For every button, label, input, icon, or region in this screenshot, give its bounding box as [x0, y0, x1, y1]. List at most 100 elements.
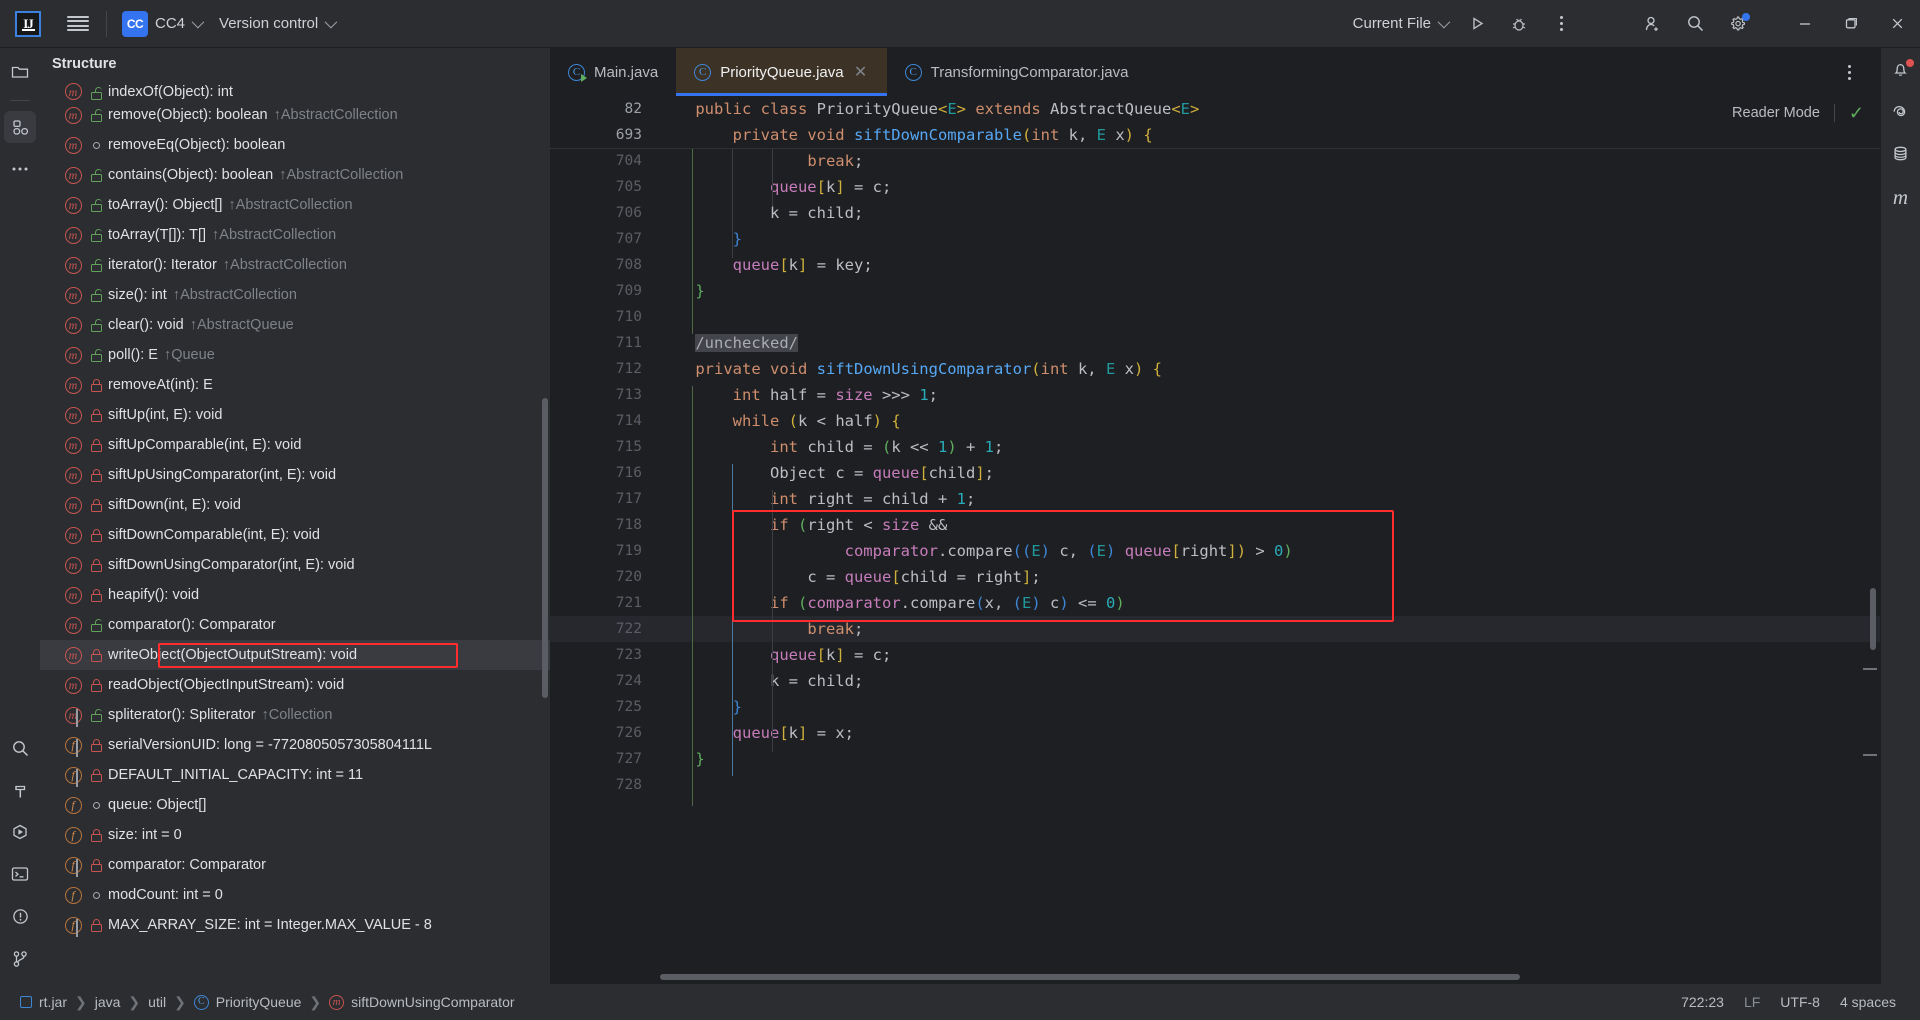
structure-scrollbar[interactable]: [542, 398, 548, 698]
run-button[interactable]: [1456, 7, 1498, 41]
structure-tree-row[interactable]: f MAX_ARRAY_SIZE: int = Integer.MAX_VALUE…: [40, 910, 550, 940]
maximize-window-button[interactable]: [1828, 0, 1874, 48]
sidebar-item-terminal[interactable]: [4, 858, 36, 890]
code-line[interactable]: 706 k = child;: [550, 200, 1880, 226]
structure-tree-row[interactable]: m removeAt(int): E: [40, 370, 550, 400]
tab-transformingcomparator-java[interactable]: C TransformingComparator.java: [887, 48, 1147, 96]
structure-tree-row[interactable]: m remove(Object): boolean ↑AbstractCollect…: [40, 100, 550, 130]
code-line[interactable]: 82 public class PriorityQueue<E> extends…: [550, 96, 1880, 122]
structure-tree-row[interactable]: m siftUp(int, E): void: [40, 400, 550, 430]
editor-tab-options-button[interactable]: [1828, 55, 1870, 89]
sidebar-item-version-control[interactable]: [4, 942, 36, 974]
tab-priorityqueue-java[interactable]: C PriorityQueue.java ✕: [676, 48, 888, 96]
line-separator-widget[interactable]: LF: [1734, 991, 1770, 1013]
code-line[interactable]: 720 c = queue[child = right];: [550, 564, 1880, 590]
structure-tree-row[interactable]: m comparator(): Comparator: [40, 610, 550, 640]
structure-tree-row[interactable]: m siftDownComparable(int, E): void: [40, 520, 550, 550]
code-line[interactable]: 714 while (k < half) {: [550, 408, 1880, 434]
sidebar-item-build[interactable]: [4, 774, 36, 806]
tab-main-java[interactable]: C Main.java: [550, 48, 676, 96]
code-line[interactable]: 693 private void siftDownComparable(int …: [550, 122, 1880, 148]
more-actions-button[interactable]: [1540, 7, 1582, 41]
structure-tree-row[interactable]: m indexOf(Object): int: [40, 82, 550, 100]
breadcrumb-priorityqueue[interactable]: C PriorityQueue: [188, 991, 308, 1013]
code-line[interactable]: 710: [550, 304, 1880, 330]
code-line[interactable]: 724 k = child;: [550, 668, 1880, 694]
breadcrumb-java[interactable]: java: [89, 991, 127, 1013]
close-window-button[interactable]: [1874, 0, 1920, 48]
structure-tree-row[interactable]: m poll(): E ↑Queue: [40, 340, 550, 370]
code-line[interactable]: 718 if (right < size &&: [550, 512, 1880, 538]
sidebar-item-structure[interactable]: [4, 111, 36, 143]
breadcrumb-siftdownusingcomparator[interactable]: m siftDownUsingComparator: [323, 991, 520, 1013]
structure-tree-row[interactable]: m toArray(T[]): T[] ↑AbstractCollection: [40, 220, 550, 250]
version-control-widget[interactable]: Version control: [210, 10, 343, 37]
account-button[interactable]: [1632, 7, 1674, 41]
sidebar-item-project[interactable]: [4, 56, 36, 88]
structure-tree-row[interactable]: f queue: Object[]: [40, 790, 550, 820]
code-line[interactable]: 716 Object c = queue[child];: [550, 460, 1880, 486]
database-tool-button[interactable]: [1885, 140, 1917, 172]
sidebar-item-run[interactable]: [4, 816, 36, 848]
editor-vertical-scrollbar[interactable]: [1870, 588, 1876, 650]
code-line[interactable]: 712 private void siftDownUsingComparator…: [550, 356, 1880, 382]
sidebar-item-find[interactable]: [4, 732, 36, 764]
code-line[interactable]: 719 comparator.compare((E) c, (E) queue[…: [550, 538, 1880, 564]
structure-tree-row[interactable]: m siftDown(int, E): void: [40, 490, 550, 520]
code-line[interactable]: 713 int half = size >>> 1;: [550, 382, 1880, 408]
code-line[interactable]: 717 int right = child + 1;: [550, 486, 1880, 512]
structure-tree-row[interactable]: f serialVersionUID: long = -7720805057305…: [40, 730, 550, 760]
code-line[interactable]: 708 queue[k] = key;: [550, 252, 1880, 278]
structure-tree-row[interactable]: m iterator(): Iterator ↑AbstractCollection: [40, 250, 550, 280]
structure-tree-row[interactable]: m contains(Object): boolean ↑AbstractColle…: [40, 160, 550, 190]
structure-tree-row[interactable]: m spliterator(): Spliterator ↑Collection: [40, 700, 550, 730]
code-line[interactable]: 722 break;: [550, 616, 1880, 642]
settings-button[interactable]: [1716, 7, 1758, 41]
caret-position-widget[interactable]: 722:23: [1671, 991, 1734, 1013]
search-everywhere-button[interactable]: [1674, 7, 1716, 41]
code-line[interactable]: 705 queue[k] = c;: [550, 174, 1880, 200]
breadcrumb-util[interactable]: util: [142, 991, 172, 1013]
code-line[interactable]: 707 }: [550, 226, 1880, 252]
code-line[interactable]: 726 queue[k] = x;: [550, 720, 1880, 746]
editor-tabs[interactable]: C Main.java C PriorityQueue.java ✕ C Transform…: [550, 48, 1880, 96]
structure-tree-row[interactable]: m size(): int ↑AbstractCollection: [40, 280, 550, 310]
project-widget[interactable]: CC CC4: [113, 6, 210, 42]
breadcrumb[interactable]: rt.jar ❯ java ❯ util ❯ C PriorityQueue ❯ m siftDow…: [14, 991, 521, 1013]
editor-marker[interactable]: [1863, 754, 1877, 756]
structure-tree-row[interactable]: f modCount: int = 0: [40, 880, 550, 910]
code-line[interactable]: 721 if (comparator.compare(x, (E) c) <= …: [550, 590, 1880, 616]
notifications-tool-button[interactable]: [1885, 56, 1917, 88]
run-configuration-selector[interactable]: Current File: [1344, 10, 1456, 37]
code-line[interactable]: 725 }: [550, 694, 1880, 720]
code-line[interactable]: 727 }: [550, 746, 1880, 772]
encoding-widget[interactable]: UTF-8: [1770, 991, 1830, 1013]
structure-tree-row[interactable]: f DEFAULT_INITIAL_CAPACITY: int = 11: [40, 760, 550, 790]
structure-tree-row[interactable]: m heapify(): void: [40, 580, 550, 610]
structure-tree-row[interactable]: m toArray(): Object[] ↑AbstractCollection: [40, 190, 550, 220]
code-text[interactable]: 704 break; 705 queue[k] = c; 706 k = child…: [550, 148, 1880, 806]
debug-button[interactable]: [1498, 7, 1540, 41]
structure-tree-row[interactable]: m siftDownUsingComparator(int, E): void: [40, 550, 550, 580]
breadcrumb-rt-jar[interactable]: rt.jar: [14, 991, 73, 1013]
spring-tool-button[interactable]: [1885, 98, 1917, 130]
structure-tree-row[interactable]: m clear(): void ↑AbstractQueue: [40, 310, 550, 340]
close-icon[interactable]: ✕: [853, 62, 869, 82]
structure-tree-row[interactable]: m readObject(ObjectInputStream): void: [40, 670, 550, 700]
code-scroll-pane[interactable]: 704 break; 705 queue[k] = c; 706 k = child…: [550, 148, 1880, 970]
structure-tree-row[interactable]: f size: int = 0: [40, 820, 550, 850]
indent-widget[interactable]: 4 spaces: [1830, 991, 1906, 1013]
code-line[interactable]: 723 queue[k] = c;: [550, 642, 1880, 668]
structure-tree-row[interactable]: m writeObject(ObjectOutputStream): void: [40, 640, 550, 670]
structure-tree-row[interactable]: m siftUpComparable(int, E): void: [40, 430, 550, 460]
structure-tree-row[interactable]: m siftUpUsingComparator(int, E): void: [40, 460, 550, 490]
sticky-breadcrumb-lines[interactable]: 82 public class PriorityQueue<E> extends…: [550, 96, 1880, 148]
main-menu-button[interactable]: [56, 15, 100, 32]
sidebar-item-more-tool-windows[interactable]: [4, 153, 36, 185]
structure-tree[interactable]: m indexOf(Object): int m remove(Object): bo…: [40, 80, 550, 984]
code-line[interactable]: 715 int child = (k << 1) + 1;: [550, 434, 1880, 460]
maven-tool-button[interactable]: m: [1885, 182, 1917, 214]
code-line[interactable]: 709 }: [550, 278, 1880, 304]
sidebar-item-problems[interactable]: [4, 900, 36, 932]
structure-tree-row[interactable]: f comparator: Comparator: [40, 850, 550, 880]
